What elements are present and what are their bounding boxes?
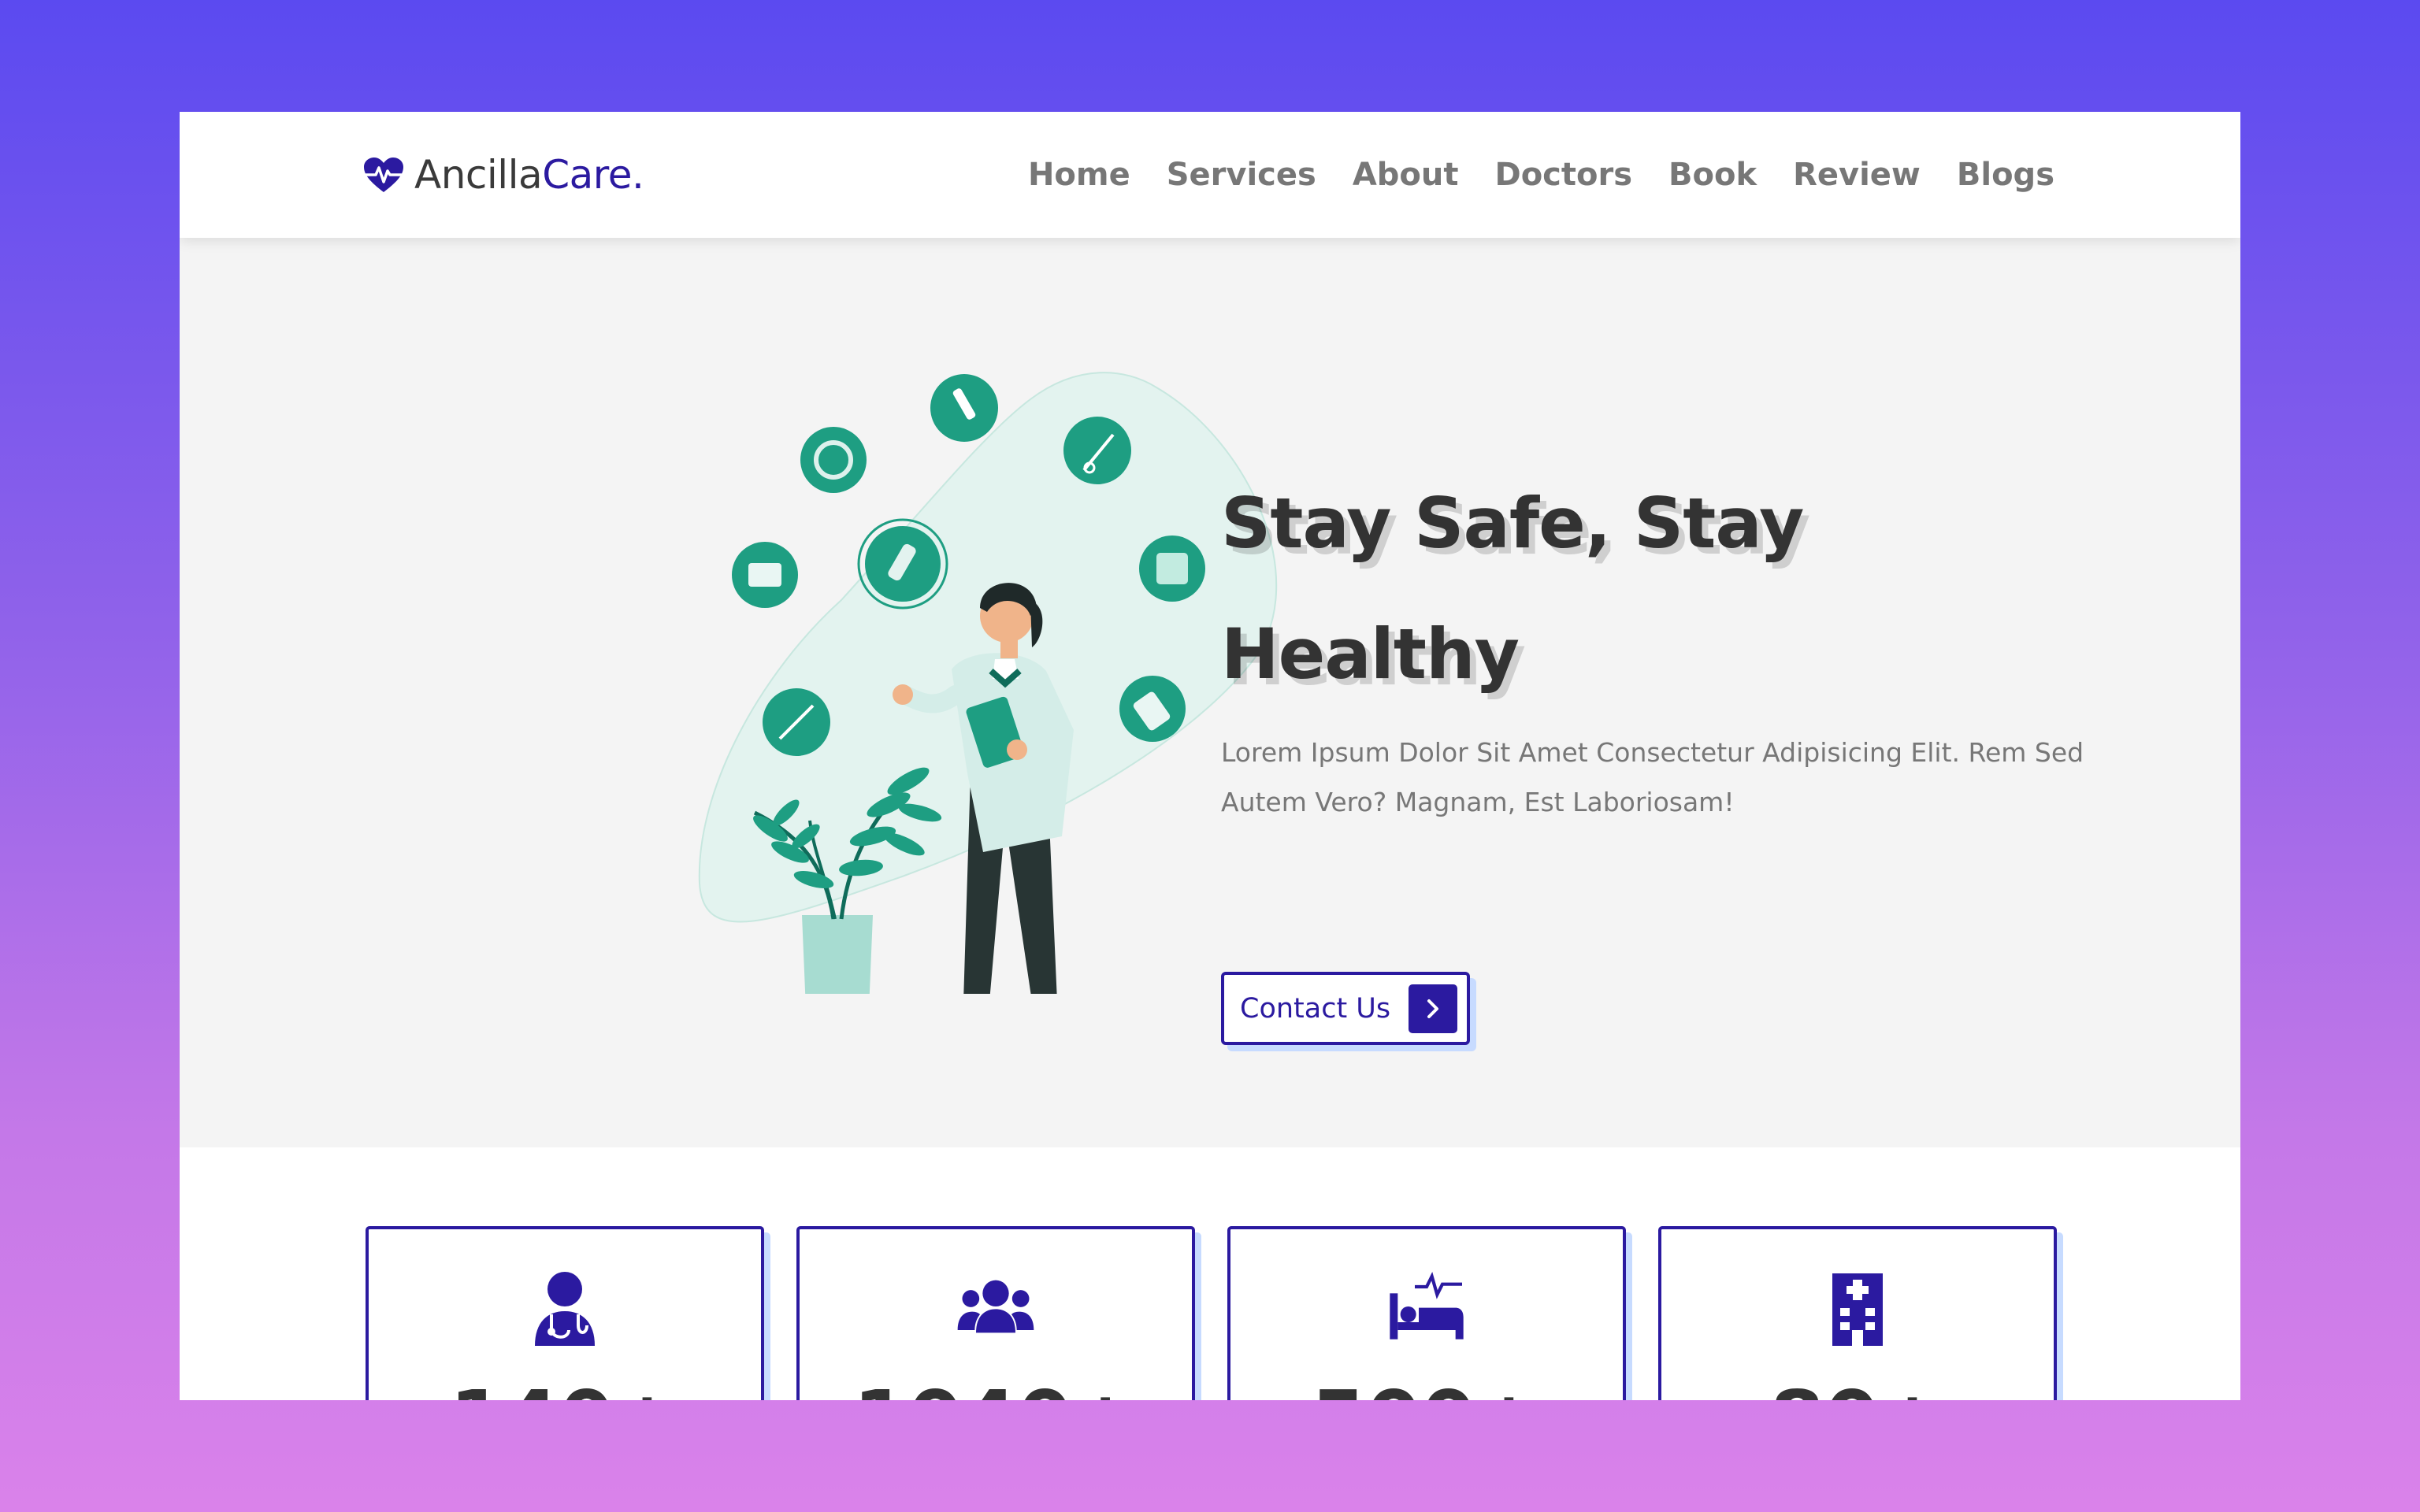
stat-value: 140+ xyxy=(369,1380,761,1401)
heartbeat-icon xyxy=(364,158,403,192)
nav-review[interactable]: Review xyxy=(1793,153,1921,197)
brand-logo[interactable]: AncillaCare. xyxy=(362,150,644,200)
nav-about[interactable]: About xyxy=(1353,153,1459,197)
stat-card-beds: 500+ xyxy=(1227,1226,1626,1400)
doctor-icon xyxy=(535,1272,595,1346)
hospital-icon xyxy=(1832,1273,1883,1346)
hero-section: Stay Safe, Stay Healthy Lorem Ipsum Dolo… xyxy=(180,238,2240,1147)
nav-services[interactable]: Services xyxy=(1167,153,1316,197)
stat-card-patients: 1040+ xyxy=(796,1226,1195,1400)
navbar: AncillaCare. Home Services About Doctors… xyxy=(180,112,2240,238)
procedures-bed-icon xyxy=(1390,1271,1464,1340)
nav-home[interactable]: Home xyxy=(1028,153,1130,197)
stat-value: 500+ xyxy=(1230,1380,1623,1401)
hero-description: Lorem Ipsum Dolor Sit Amet Consectetur A… xyxy=(1221,737,2084,817)
stat-value: 80+ xyxy=(1661,1380,2054,1401)
hero-title: Stay Safe, Stay Healthy xyxy=(1221,483,1804,695)
stats-section: 140+ 1040+ 500+ xyxy=(180,1147,2240,1400)
stat-card-hospitals: 80+ xyxy=(1658,1226,2057,1400)
contact-us-label: Contact Us xyxy=(1240,992,1391,1025)
nav-doctors[interactable]: Doctors xyxy=(1494,153,1632,197)
users-icon xyxy=(957,1280,1034,1333)
nav-blogs[interactable]: Blogs xyxy=(1957,153,2054,197)
main-menu: Home Services About Doctors Book Review … xyxy=(1028,153,2054,197)
brand-name: AncillaCare. xyxy=(414,152,644,198)
stat-card-doctors: 140+ xyxy=(366,1226,764,1400)
browser-viewport: AncillaCare. Home Services About Doctors… xyxy=(180,112,2240,1400)
nav-book[interactable]: Book xyxy=(1668,153,1757,197)
stat-value: 1040+ xyxy=(800,1380,1192,1401)
doctor-illustration xyxy=(698,372,1278,994)
chevron-right-icon xyxy=(1409,984,1457,1033)
contact-us-button[interactable]: Contact Us xyxy=(1221,972,1470,1045)
